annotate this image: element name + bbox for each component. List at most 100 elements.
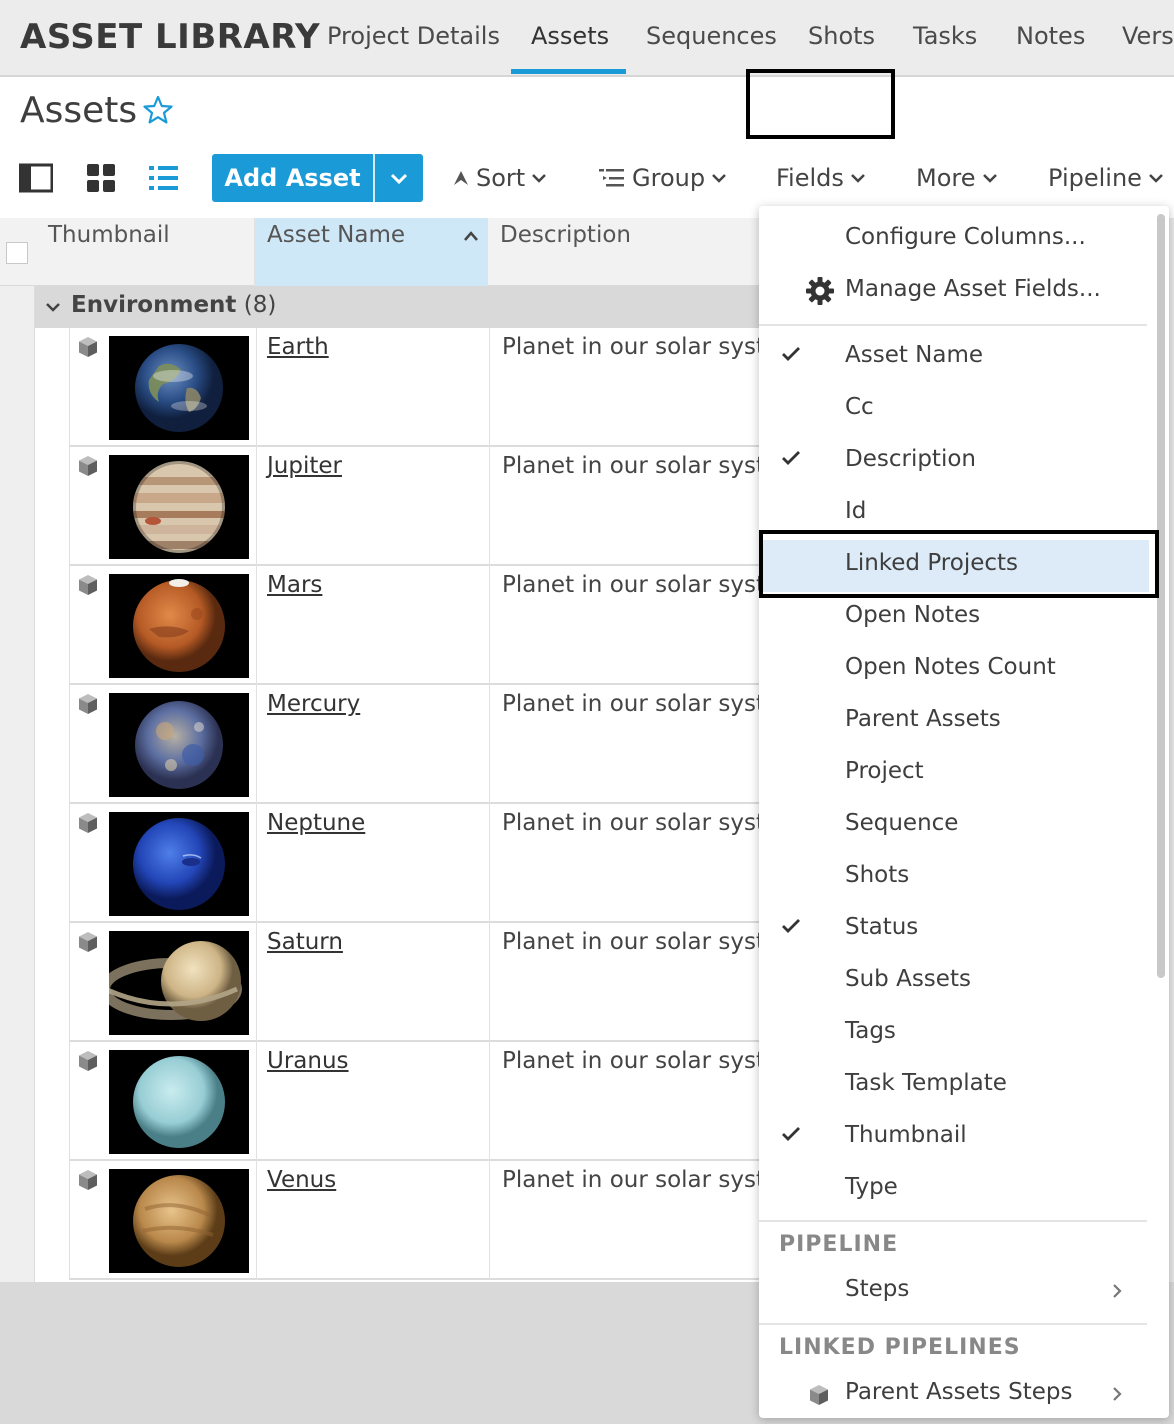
checkmark-icon bbox=[782, 451, 800, 465]
menu-item-configure-columns[interactable]: Configure Columns... bbox=[759, 214, 1149, 266]
pipeline-button[interactable]: Pipeline bbox=[1048, 164, 1164, 192]
asset-description: Planet in our solar syst bbox=[502, 334, 761, 360]
table-row[interactable]: Earth Planet in our solar syst bbox=[69, 328, 761, 447]
asset-name-link[interactable]: Saturn bbox=[267, 929, 343, 955]
add-asset-dropdown-icon[interactable] bbox=[375, 154, 423, 202]
asset-thumbnail[interactable] bbox=[109, 1050, 249, 1154]
asset-thumbnail[interactable] bbox=[109, 574, 249, 678]
table-row[interactable]: Uranus Planet in our solar syst bbox=[69, 1042, 761, 1161]
asset-name-link[interactable]: Mars bbox=[267, 572, 322, 598]
field-option-open-notes-count[interactable]: Open Notes Count bbox=[759, 644, 1149, 696]
asset-name-link[interactable]: Earth bbox=[267, 334, 329, 360]
group-label: Group bbox=[632, 164, 706, 192]
chevron-right-icon bbox=[1113, 1284, 1122, 1298]
field-option-cc[interactable]: Cc bbox=[759, 384, 1149, 436]
fields-button[interactable]: Fields bbox=[776, 164, 866, 192]
field-option-thumbnail[interactable]: Thumbnail bbox=[759, 1112, 1149, 1164]
menu-divider bbox=[759, 1220, 1147, 1222]
menu-item-label: Shots bbox=[845, 862, 910, 888]
column-divider bbox=[489, 685, 490, 804]
tab-notes[interactable]: Notes bbox=[1016, 22, 1085, 50]
asset-name-link[interactable]: Jupiter bbox=[267, 453, 342, 479]
linked-projects-highlight-box bbox=[759, 530, 1159, 598]
table-row[interactable]: Mercury Planet in our solar syst bbox=[69, 685, 761, 804]
table-row[interactable]: Saturn Planet in our solar syst bbox=[69, 923, 761, 1042]
menu-item-steps[interactable]: Steps bbox=[759, 1266, 1149, 1318]
menu-item-label: Tags bbox=[845, 1018, 896, 1044]
asset-description: Planet in our solar syst bbox=[502, 810, 761, 836]
table-row[interactable]: Venus Planet in our solar syst bbox=[69, 1161, 761, 1280]
chevron-down-icon bbox=[46, 303, 60, 312]
page-header: Assets Add Asset Sort Group Fields More … bbox=[0, 77, 1174, 218]
field-option-task-template[interactable]: Task Template bbox=[759, 1060, 1149, 1112]
asset-description: Planet in our solar syst bbox=[502, 1167, 761, 1193]
menu-item-label: Parent Assets Steps bbox=[845, 1379, 1073, 1405]
column-header-asset-name[interactable]: Asset Name bbox=[255, 218, 488, 286]
column-header-thumbnail[interactable]: Thumbnail bbox=[36, 218, 255, 286]
menu-item-label: Task Template bbox=[845, 1070, 1007, 1096]
group-header-environment[interactable]: Environment (8) bbox=[35, 286, 760, 328]
column-divider bbox=[256, 923, 257, 1042]
menu-item-label: Open Notes Count bbox=[845, 654, 1056, 680]
column-divider bbox=[256, 804, 257, 923]
table-row[interactable]: Neptune Planet in our solar syst bbox=[69, 804, 761, 923]
tab-project-details[interactable]: Project Details bbox=[327, 22, 500, 50]
asset-name-link[interactable]: Uranus bbox=[267, 1048, 349, 1074]
favorite-star-icon[interactable] bbox=[143, 95, 173, 125]
menu-divider bbox=[759, 1323, 1147, 1325]
asset-thumbnail[interactable] bbox=[109, 693, 249, 797]
column-header-description[interactable]: Description bbox=[488, 218, 760, 286]
row-gutter bbox=[0, 218, 35, 1282]
section-header-pipeline: PIPELINE bbox=[779, 1232, 899, 1257]
gear-icon bbox=[806, 277, 834, 305]
column-divider bbox=[489, 804, 490, 923]
field-option-type[interactable]: Type bbox=[759, 1164, 1149, 1216]
asset-thumbnail[interactable] bbox=[109, 812, 249, 916]
asset-name-link[interactable]: Mercury bbox=[267, 691, 360, 717]
field-option-sub-assets[interactable]: Sub Assets bbox=[759, 956, 1149, 1008]
select-all-checkbox[interactable] bbox=[6, 242, 28, 264]
tab-versions[interactable]: Vers bbox=[1122, 22, 1174, 50]
menu-item-label: Type bbox=[845, 1174, 898, 1200]
field-option-status[interactable]: Status bbox=[759, 904, 1149, 956]
panel-view-icon[interactable] bbox=[19, 163, 53, 193]
asset-thumbnail[interactable] bbox=[109, 336, 249, 440]
group-button[interactable]: Group bbox=[598, 164, 727, 192]
asset-thumbnail[interactable] bbox=[109, 1169, 249, 1273]
field-option-asset-name[interactable]: Asset Name bbox=[759, 332, 1149, 384]
asset-name-link[interactable]: Neptune bbox=[267, 810, 365, 836]
tab-sequences[interactable]: Sequences bbox=[646, 22, 777, 50]
group-icon bbox=[599, 169, 624, 187]
menu-item-label: Sub Assets bbox=[845, 966, 971, 992]
field-option-tags[interactable]: Tags bbox=[759, 1008, 1149, 1060]
tab-shots[interactable]: Shots bbox=[808, 22, 875, 50]
menu-item-parent-assets-steps[interactable]: Parent Assets Steps bbox=[759, 1369, 1149, 1418]
add-asset-button[interactable]: Add Asset bbox=[212, 154, 423, 202]
table-row[interactable]: Jupiter Planet in our solar syst bbox=[69, 447, 761, 566]
asset-name-link[interactable]: Venus bbox=[267, 1167, 336, 1193]
chevron-down-icon bbox=[532, 174, 547, 183]
group-label: Environment (8) bbox=[71, 292, 276, 318]
menu-item-manage-asset-fields[interactable]: Manage Asset Fields... bbox=[759, 266, 1149, 318]
tab-assets[interactable]: Assets bbox=[531, 22, 609, 50]
column-divider bbox=[256, 328, 257, 447]
field-option-parent-assets[interactable]: Parent Assets bbox=[759, 696, 1149, 748]
tab-tasks[interactable]: Tasks bbox=[913, 22, 977, 50]
asset-cube-icon bbox=[79, 337, 97, 357]
table-row[interactable]: Mars Planet in our solar syst bbox=[69, 566, 761, 685]
field-option-open-notes[interactable]: Open Notes bbox=[759, 592, 1149, 644]
field-option-description[interactable]: Description bbox=[759, 436, 1149, 488]
asset-thumbnail[interactable] bbox=[109, 455, 249, 559]
list-view-icon[interactable] bbox=[147, 163, 181, 193]
sort-button[interactable]: Sort bbox=[452, 164, 547, 192]
column-divider bbox=[489, 328, 490, 447]
add-asset-label: Add Asset bbox=[224, 164, 361, 192]
field-option-sequence[interactable]: Sequence bbox=[759, 800, 1149, 852]
grid-view-icon[interactable] bbox=[84, 163, 118, 193]
asset-thumbnail[interactable] bbox=[109, 931, 249, 1035]
field-option-shots[interactable]: Shots bbox=[759, 852, 1149, 904]
more-button[interactable]: More bbox=[916, 164, 998, 192]
section-header-linked-pipelines: LINKED PIPELINES bbox=[779, 1335, 1021, 1360]
column-divider bbox=[256, 1161, 257, 1280]
field-option-project[interactable]: Project bbox=[759, 748, 1149, 800]
